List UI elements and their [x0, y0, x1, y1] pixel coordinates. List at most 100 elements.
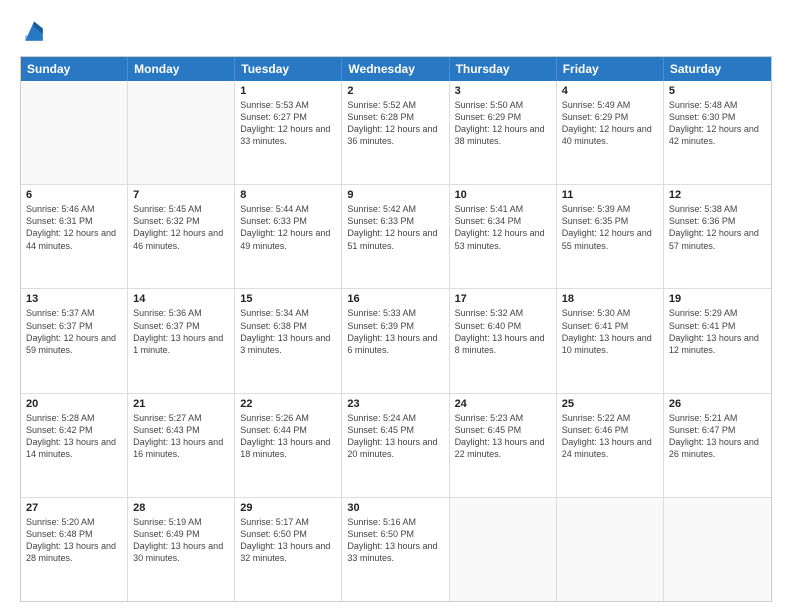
daylight-text: Daylight: 12 hours and 46 minutes. — [133, 227, 229, 251]
day-number: 11 — [562, 189, 658, 201]
day-number: 26 — [669, 398, 766, 410]
sunset-text: Sunset: 6:38 PM — [240, 320, 336, 332]
calendar-cell-28: 28Sunrise: 5:19 AMSunset: 6:49 PMDayligh… — [128, 498, 235, 601]
day-number: 16 — [347, 293, 443, 305]
calendar-cell-18: 18Sunrise: 5:30 AMSunset: 6:41 PMDayligh… — [557, 289, 664, 392]
sunset-text: Sunset: 6:41 PM — [562, 320, 658, 332]
sunset-text: Sunset: 6:29 PM — [562, 111, 658, 123]
sunrise-text: Sunrise: 5:19 AM — [133, 516, 229, 528]
sunrise-text: Sunrise: 5:29 AM — [669, 307, 766, 319]
sunset-text: Sunset: 6:28 PM — [347, 111, 443, 123]
calendar-cell-23: 23Sunrise: 5:24 AMSunset: 6:45 PMDayligh… — [342, 394, 449, 497]
day-number: 7 — [133, 189, 229, 201]
daylight-text: Daylight: 12 hours and 38 minutes. — [455, 123, 551, 147]
sunrise-text: Sunrise: 5:37 AM — [26, 307, 122, 319]
sunset-text: Sunset: 6:31 PM — [26, 215, 122, 227]
daylight-text: Daylight: 13 hours and 33 minutes. — [347, 540, 443, 564]
sunset-text: Sunset: 6:44 PM — [240, 424, 336, 436]
day-number: 14 — [133, 293, 229, 305]
calendar-cell-empty-5 — [557, 498, 664, 601]
calendar-week-4: 20Sunrise: 5:28 AMSunset: 6:42 PMDayligh… — [21, 394, 771, 498]
sunrise-text: Sunrise: 5:52 AM — [347, 99, 443, 111]
calendar-header-thursday: Thursday — [450, 57, 557, 81]
sunset-text: Sunset: 6:29 PM — [455, 111, 551, 123]
sunrise-text: Sunrise: 5:22 AM — [562, 412, 658, 424]
daylight-text: Daylight: 13 hours and 3 minutes. — [240, 332, 336, 356]
sunrise-text: Sunrise: 5:28 AM — [26, 412, 122, 424]
logo — [20, 18, 52, 46]
calendar-header-monday: Monday — [128, 57, 235, 81]
daylight-text: Daylight: 13 hours and 24 minutes. — [562, 436, 658, 460]
day-number: 12 — [669, 189, 766, 201]
calendar-cell-6: 6Sunrise: 5:46 AMSunset: 6:31 PMDaylight… — [21, 185, 128, 288]
daylight-text: Daylight: 12 hours and 49 minutes. — [240, 227, 336, 251]
calendar-cell-empty-4 — [450, 498, 557, 601]
daylight-text: Daylight: 13 hours and 14 minutes. — [26, 436, 122, 460]
sunset-text: Sunset: 6:33 PM — [240, 215, 336, 227]
calendar-cell-20: 20 Sunrise: 5:28 AMSunset: 6:42 PMDayligh… — [21, 394, 128, 497]
day-number: 17 — [455, 293, 551, 305]
daylight-text: Daylight: 13 hours and 30 minutes. — [133, 540, 229, 564]
daylight-text: Daylight: 12 hours and 33 minutes. — [240, 123, 336, 147]
sunrise-text: Sunrise: 5:33 AM — [347, 307, 443, 319]
sunset-text: Sunset: 6:46 PM — [562, 424, 658, 436]
calendar-cell-4: 4Sunrise: 5:49 AMSunset: 6:29 PMDaylight… — [557, 81, 664, 184]
sunset-text: Sunset: 6:35 PM — [562, 215, 658, 227]
calendar-cell-10: 10Sunrise: 5:41 AMSunset: 6:34 PMDayligh… — [450, 185, 557, 288]
calendar-cell-17: 17Sunrise: 5:32 AMSunset: 6:40 PMDayligh… — [450, 289, 557, 392]
daylight-text: Daylight: 12 hours and 40 minutes. — [562, 123, 658, 147]
sunrise-text: Sunrise: 5:48 AM — [669, 99, 766, 111]
day-number: 21 — [133, 398, 229, 410]
sunrise-text: Sunrise: 5:30 AM — [562, 307, 658, 319]
calendar-cell-30: 30Sunrise: 5:16 AMSunset: 6:50 PMDayligh… — [342, 498, 449, 601]
sunset-text: Sunset: 6:50 PM — [347, 528, 443, 540]
sunrise-text: Sunrise: 5:46 AM — [26, 203, 122, 215]
sunrise-text: Sunrise: 5:42 AM — [347, 203, 443, 215]
sunset-text: Sunset: 6:33 PM — [347, 215, 443, 227]
day-number: 24 — [455, 398, 551, 410]
sunrise-text: Sunrise: 5:21 AM — [669, 412, 766, 424]
day-number: 28 — [133, 502, 229, 514]
sunrise-text: Sunrise: 5:44 AM — [240, 203, 336, 215]
day-number: 20 — [26, 398, 122, 410]
logo-icon — [20, 18, 48, 46]
calendar-cell-empty-1 — [128, 81, 235, 184]
daylight-text: Daylight: 13 hours and 20 minutes. — [347, 436, 443, 460]
sunset-text: Sunset: 6:47 PM — [669, 424, 766, 436]
day-number: 6 — [26, 189, 122, 201]
sunset-text: Sunset: 6:30 PM — [669, 111, 766, 123]
day-number: 3 — [455, 85, 551, 97]
calendar-week-5: 27Sunrise: 5:20 AMSunset: 6:48 PMDayligh… — [21, 498, 771, 601]
calendar-cell-26: 26Sunrise: 5:21 AMSunset: 6:47 PMDayligh… — [664, 394, 771, 497]
day-number: 1 — [240, 85, 336, 97]
sunset-text: Sunset: 6:27 PM — [240, 111, 336, 123]
calendar-cell-13: 13Sunrise: 5:37 AMSunset: 6:37 PMDayligh… — [21, 289, 128, 392]
daylight-text: Daylight: 12 hours and 51 minutes. — [347, 227, 443, 251]
sunset-text: Sunset: 6:45 PM — [455, 424, 551, 436]
sunrise-text: Sunrise: 5:38 AM — [669, 203, 766, 215]
calendar-cell-24: 24Sunrise: 5:23 AMSunset: 6:45 PMDayligh… — [450, 394, 557, 497]
calendar-cell-3: 3Sunrise: 5:50 AMSunset: 6:29 PMDaylight… — [450, 81, 557, 184]
calendar-header-tuesday: Tuesday — [235, 57, 342, 81]
calendar-cell-27: 27Sunrise: 5:20 AMSunset: 6:48 PMDayligh… — [21, 498, 128, 601]
sunrise-text: Sunrise: 5:41 AM — [455, 203, 551, 215]
sunset-text: Sunset: 6:42 PM — [26, 424, 122, 436]
calendar-header-saturday: Saturday — [664, 57, 771, 81]
calendar: SundayMondayTuesdayWednesdayThursdayFrid… — [20, 56, 772, 602]
calendar-cell-22: 22Sunrise: 5:26 AMSunset: 6:44 PMDayligh… — [235, 394, 342, 497]
sunset-text: Sunset: 6:39 PM — [347, 320, 443, 332]
sunrise-text: Sunrise: 5:36 AM — [133, 307, 229, 319]
calendar-cell-15: 15Sunrise: 5:34 AMSunset: 6:38 PMDayligh… — [235, 289, 342, 392]
day-number: 9 — [347, 189, 443, 201]
sunset-text: Sunset: 6:40 PM — [455, 320, 551, 332]
sunrise-text: Sunrise: 5:27 AM — [133, 412, 229, 424]
calendar-cell-11: 11Sunrise: 5:39 AMSunset: 6:35 PMDayligh… — [557, 185, 664, 288]
sunrise-text: Sunrise: 5:39 AM — [562, 203, 658, 215]
sunset-text: Sunset: 6:37 PM — [133, 320, 229, 332]
daylight-text: Daylight: 13 hours and 8 minutes. — [455, 332, 551, 356]
calendar-cell-1: 1Sunrise: 5:53 AMSunset: 6:27 PMDaylight… — [235, 81, 342, 184]
daylight-text: Daylight: 13 hours and 6 minutes. — [347, 332, 443, 356]
day-number: 10 — [455, 189, 551, 201]
calendar-cell-29: 29Sunrise: 5:17 AMSunset: 6:50 PMDayligh… — [235, 498, 342, 601]
day-number: 19 — [669, 293, 766, 305]
